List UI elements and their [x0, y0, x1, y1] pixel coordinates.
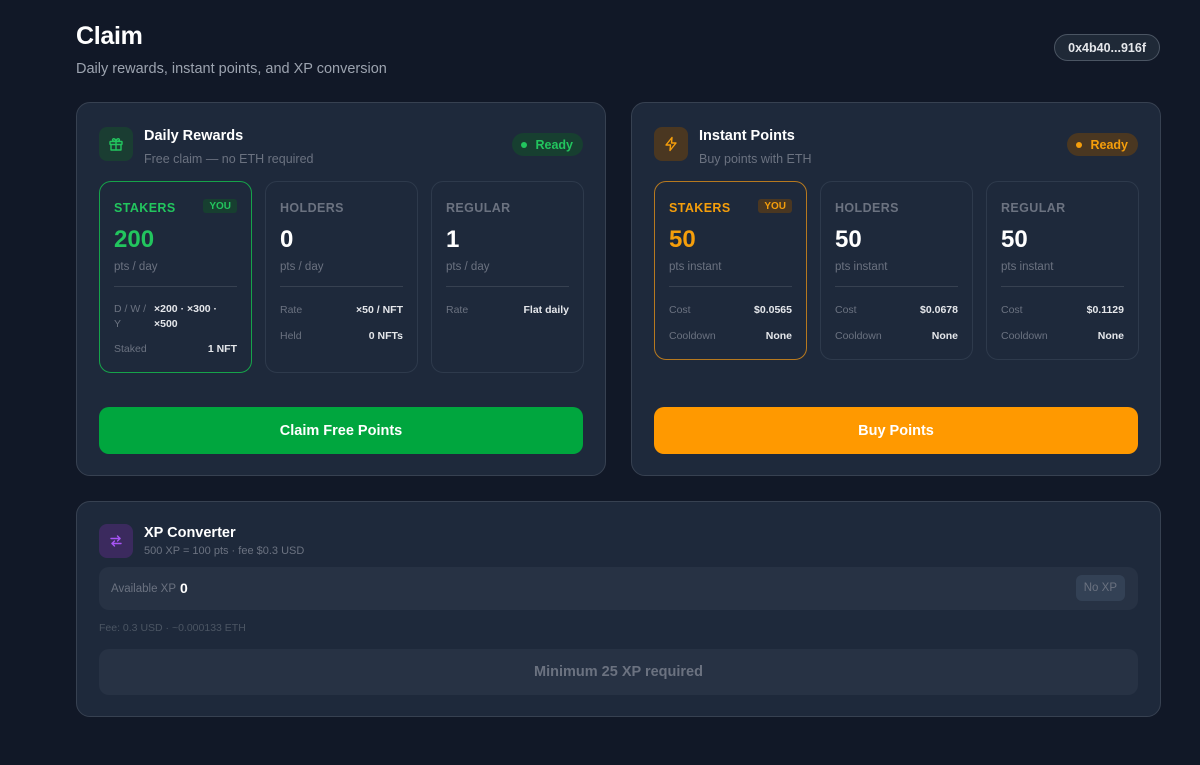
tier-unit: pts / day — [114, 261, 158, 273]
row-label: Cost — [835, 304, 857, 316]
row-label: Held — [280, 330, 302, 342]
tier-value: 50 — [669, 226, 696, 253]
tier-row: Cost $0.0565 — [669, 304, 792, 316]
card-title: Instant Points — [699, 128, 795, 144]
daily-rewards-card: Daily Rewards Free claim — no ETH requir… — [76, 102, 606, 476]
xp-converter-card: XP Converter 500 XP = 100 pts · fee $0.3… — [76, 501, 1161, 717]
status-badge: Ready — [1067, 133, 1138, 156]
divider — [835, 286, 958, 287]
dwy-label: D / W / Y — [114, 303, 147, 330]
you-badge: YOU — [758, 199, 792, 213]
page-header: Claim Daily rewards, instant points, and… — [76, 22, 387, 77]
status-dot — [1076, 141, 1083, 148]
tier-value: 50 — [835, 226, 862, 253]
tier-unit: pts / day — [280, 261, 324, 273]
card-subtitle: Free claim — no ETH required — [144, 152, 314, 166]
status-badge: Ready — [512, 133, 583, 156]
tier-card-holders: HOLDERS 0 pts / day Rate ×50 / NFT Held … — [265, 181, 418, 373]
tier-unit: pts instant — [669, 261, 722, 273]
divider — [446, 286, 569, 287]
tier-card-holders: HOLDERS 50 pts instant Cost $0.0678 Cool… — [820, 181, 973, 360]
tier-row: Cooldown None — [1001, 330, 1124, 342]
row-label: Cooldown — [835, 330, 882, 342]
row-label: Cost — [669, 304, 691, 316]
fee-note: Fee: 0.3 USD · ~0.000133 ETH — [99, 622, 246, 634]
tier-row: Cooldown None — [835, 330, 958, 342]
tier-row: Rate Flat daily — [446, 304, 569, 316]
row-value: $0.0565 — [754, 304, 792, 316]
card-title: Daily Rewards — [144, 128, 244, 144]
tier-name: HOLDERS — [280, 201, 344, 215]
row-value: None — [1097, 330, 1124, 342]
gift-icon — [99, 127, 133, 161]
divider — [280, 286, 403, 287]
tier-row: Cost $0.1129 — [1001, 304, 1124, 316]
instant-points-card: Instant Points Buy points with ETH Ready… — [631, 102, 1161, 476]
dwy-value: ×200 · ×300 · ×500 — [154, 303, 218, 330]
convert-xp-button[interactable]: Minimum 25 XP required — [99, 649, 1138, 695]
tier-name: STAKERS — [669, 201, 731, 215]
tier-card-stakers: STAKERS YOU 50 pts instant Cost $0.0565 … — [654, 181, 807, 360]
row-value: None — [931, 330, 958, 342]
divider — [1001, 286, 1124, 287]
row-label: Rate — [446, 304, 469, 316]
tier-name: REGULAR — [1001, 201, 1066, 215]
tier-card-regular: REGULAR 50 pts instant Cost $0.1129 Cool… — [986, 181, 1139, 360]
tier-value: 200 — [114, 226, 155, 253]
tier-row: Staked 1 NFT — [114, 343, 237, 355]
tier-row: Cooldown None — [669, 330, 792, 342]
row-value: 0 NFTs — [368, 330, 403, 342]
tier-unit: pts instant — [835, 261, 888, 273]
status-label: Ready — [1090, 137, 1128, 152]
tier-value: 1 — [446, 226, 460, 253]
tier-value: 50 — [1001, 226, 1028, 253]
row-value: ×50 / NFT — [356, 304, 403, 316]
card-title: XP Converter — [144, 525, 236, 541]
tier-card-regular: REGULAR 1 pts / day Rate Flat daily — [431, 181, 584, 373]
tier-unit: pts / day — [446, 261, 490, 273]
row-value: $0.0678 — [920, 304, 958, 316]
tier-name: HOLDERS — [835, 201, 899, 215]
wallet-address-button[interactable]: 0x4b40...916f — [1054, 34, 1160, 61]
tier-row: Cost $0.0678 — [835, 304, 958, 316]
no-xp-button[interactable]: No XP — [1075, 575, 1125, 601]
tier-name: STAKERS — [114, 201, 176, 215]
row-value: None — [765, 330, 792, 342]
tier-row: Rate ×50 / NFT — [280, 304, 403, 316]
tier-name: REGULAR — [446, 201, 511, 215]
xp-converter-header: XP Converter 500 XP = 100 pts · fee $0.3… — [99, 524, 304, 558]
divider — [669, 286, 792, 287]
available-xp-bar: Available XP 0 No XP — [99, 567, 1138, 610]
tier-value: 0 — [280, 226, 294, 253]
row-label: Rate — [280, 304, 303, 316]
swap-arrows-icon — [99, 524, 133, 558]
divider — [114, 286, 237, 287]
row-value: Flat daily — [523, 304, 569, 316]
row-label: Cost — [1001, 304, 1023, 316]
card-subtitle: Buy points with ETH — [699, 152, 812, 166]
row-label: Staked — [114, 343, 147, 355]
row-label: Cooldown — [669, 330, 716, 342]
status-label: Ready — [535, 137, 573, 152]
page-subtitle: Daily rewards, instant points, and XP co… — [76, 61, 387, 77]
available-xp-value: 0 — [180, 580, 188, 596]
claim-free-points-button[interactable]: Claim Free Points — [99, 407, 583, 454]
row-label: Cooldown — [1001, 330, 1048, 342]
lightning-icon — [654, 127, 688, 161]
card-subtitle: 500 XP = 100 pts · fee $0.3 USD — [144, 545, 305, 557]
tier-row: Held 0 NFTs — [280, 330, 403, 342]
buy-points-button[interactable]: Buy Points — [654, 407, 1138, 454]
you-badge: YOU — [203, 199, 237, 213]
instant-points-header: Instant Points Buy points with ETH — [654, 127, 812, 166]
tier-card-stakers: STAKERS YOU 200 pts / day D / W / Y ×200… — [99, 181, 252, 373]
status-dot — [521, 141, 528, 148]
row-value: 1 NFT — [207, 343, 237, 355]
daily-rewards-header: Daily Rewards Free claim — no ETH requir… — [99, 127, 314, 166]
tier-unit: pts instant — [1001, 261, 1054, 273]
row-value: $0.1129 — [1086, 304, 1124, 316]
available-xp-label: Available XP — [111, 583, 176, 595]
page-title: Claim — [76, 22, 143, 50]
